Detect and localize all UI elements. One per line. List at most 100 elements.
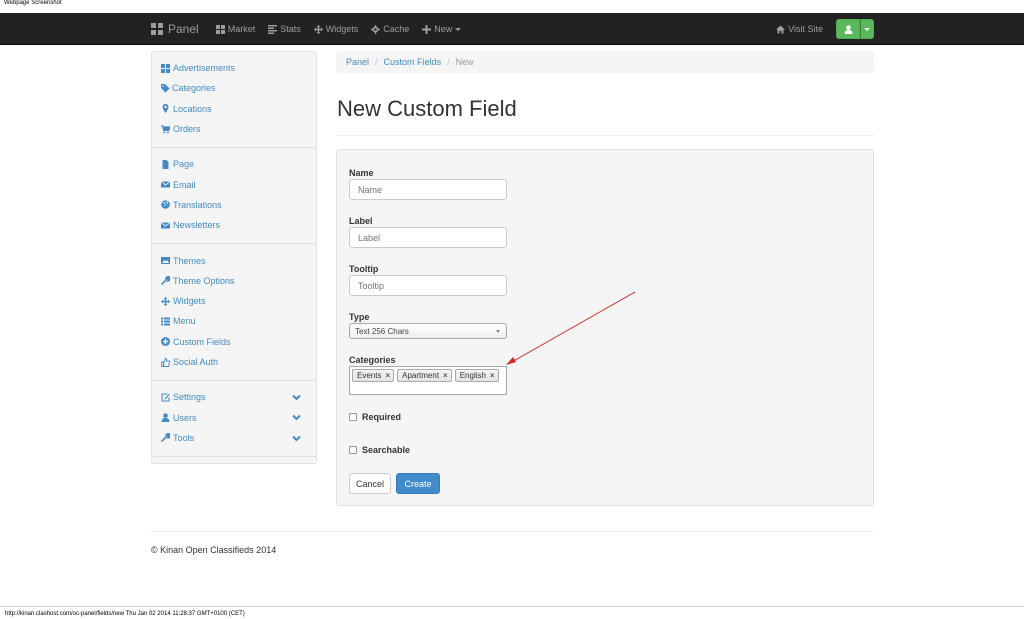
sidebar-item-page[interactable]: Page	[152, 154, 316, 174]
sidebar-item-advertisements[interactable]: Advertisements	[152, 58, 316, 78]
name-label: Name	[349, 168, 374, 178]
plus-icon	[422, 24, 432, 34]
sidebar-item-theme-options[interactable]: Theme Options	[152, 271, 316, 291]
remove-tag-icon[interactable]: ×	[385, 371, 390, 380]
sidebar-item-menu[interactable]: Menu	[152, 311, 316, 331]
sidebar-item-label: Custom Fields	[173, 336, 231, 347]
breadcrumb: Panel / Custom Fields / New	[336, 51, 874, 73]
sidebar-group-pages: Page Email Translations Newsletters	[152, 148, 316, 245]
sidebar-item-label: Categories	[172, 83, 216, 94]
sidebar-item-label: Themes	[173, 255, 206, 266]
label-label: Label	[349, 216, 373, 226]
sidebar-item-tools[interactable]: Tools	[152, 428, 316, 448]
sidebar-item-label: Social Auth	[173, 357, 219, 367]
nav-stats-label: Stats	[280, 24, 301, 34]
nav-widgets-label: Widgets	[325, 24, 359, 34]
sidebar-item-translations[interactable]: Translations	[152, 195, 316, 215]
searchable-checkbox[interactable]	[349, 446, 357, 454]
tags-icon	[161, 83, 171, 93]
sidebar-item-label: Widgets	[173, 296, 206, 307]
shopping-cart-icon	[161, 124, 170, 134]
category-tag-apartment: Apartment ×	[397, 369, 452, 382]
nav-new-dropdown[interactable]: New	[422, 24, 462, 34]
top-navbar: Panel Market Stats Widgets Cache New Vis…	[0, 13, 1024, 45]
nav-market-label: Market	[227, 24, 256, 34]
nav-market[interactable]: Market	[215, 24, 256, 34]
type-select[interactable]: Text 256 Chars	[349, 323, 507, 339]
breadcrumb-custom-fields[interactable]: Custom Fields	[384, 57, 442, 67]
name-input[interactable]	[349, 179, 507, 200]
nav-stats[interactable]: Stats	[268, 24, 301, 34]
sidebar-group-content: Advertisements Categories Locations Orde…	[152, 52, 316, 149]
align-left-icon	[268, 24, 278, 34]
cancel-button[interactable]: Cancel	[349, 473, 391, 494]
caret-down-icon	[455, 27, 462, 31]
thumbs-up-icon	[161, 357, 170, 367]
categories-multiselect[interactable]: Events × Apartment × English ×	[349, 366, 507, 395]
edit-icon	[161, 393, 170, 402]
page-title: New Custom Field	[337, 96, 517, 121]
brand-link[interactable]: Panel	[151, 22, 199, 36]
breadcrumb-active: New	[455, 57, 474, 67]
chevron-down-icon[interactable]	[292, 413, 301, 422]
brand-label: Panel	[168, 22, 199, 36]
remove-tag-icon[interactable]: ×	[490, 371, 495, 380]
sidebar-item-social-auth[interactable]: Social Auth	[152, 352, 316, 372]
envelope-icon	[161, 180, 170, 189]
sidebar-item-categories[interactable]: Categories	[152, 78, 316, 98]
home-icon	[776, 25, 786, 34]
user-menu-button[interactable]	[836, 19, 874, 39]
visit-site-link[interactable]: Visit Site	[776, 24, 823, 34]
tag-label: Apartment	[402, 371, 440, 380]
wrench-icon	[161, 276, 170, 286]
file-icon	[161, 159, 170, 169]
map-marker-icon	[161, 104, 170, 114]
sidebar-item-label: Tools	[173, 432, 195, 443]
globe-icon	[161, 200, 170, 210]
sidebar-item-widgets[interactable]: Widgets	[152, 291, 316, 311]
custom-field-form: Name Label Tooltip Type Text 256 Chars C…	[336, 149, 874, 506]
required-label: Required	[362, 412, 402, 422]
title-divider	[336, 135, 874, 136]
user-menu-toggle[interactable]	[860, 19, 874, 39]
type-label: Type	[349, 312, 370, 322]
sidebar-item-label: Locations	[173, 103, 212, 114]
create-button[interactable]: Create	[396, 473, 440, 494]
required-row: Required	[349, 412, 401, 422]
category-tag-events: Events ×	[352, 369, 395, 382]
nav-cache[interactable]: Cache	[371, 24, 409, 34]
sidebar-item-orders[interactable]: Orders	[152, 119, 316, 139]
chevron-down-icon[interactable]	[292, 434, 301, 443]
user-button-main[interactable]	[836, 19, 860, 39]
chevron-down-icon[interactable]	[292, 393, 301, 402]
caret-down-icon	[864, 27, 870, 31]
th-large-icon	[161, 63, 170, 73]
sidebar-item-label: Translations	[173, 199, 222, 210]
sidebar-item-newsletters[interactable]: Newsletters	[152, 215, 316, 235]
required-checkbox[interactable]	[349, 413, 357, 421]
sidebar-item-label: Menu	[173, 316, 196, 327]
nav-widgets[interactable]: Widgets	[313, 24, 359, 34]
sidebar-item-label: Advertisements	[173, 63, 236, 74]
sidebar-item-custom-fields[interactable]: Custom Fields	[152, 332, 316, 352]
wrench-icon	[161, 433, 170, 443]
caret-down-icon	[496, 330, 500, 333]
sidebar-item-settings[interactable]: Settings	[152, 387, 316, 407]
sidebar: Advertisements Categories Locations Orde…	[151, 51, 317, 464]
breadcrumb-panel[interactable]: Panel	[346, 57, 369, 67]
sidebar-group-appearance: Themes Theme Options Widgets Menu Custom…	[152, 244, 316, 382]
sidebar-item-label: Email	[173, 179, 196, 190]
sidebar-item-label: Newsletters	[173, 220, 221, 231]
breadcrumb-separator: /	[375, 57, 378, 67]
sidebar-item-themes[interactable]: Themes	[152, 250, 316, 270]
visit-site-label: Visit Site	[788, 24, 823, 34]
sidebar-item-locations[interactable]: Locations	[152, 99, 316, 119]
sidebar-item-users[interactable]: Users	[152, 407, 316, 427]
th-large-icon	[151, 23, 163, 35]
label-input[interactable]	[349, 227, 507, 248]
remove-tag-icon[interactable]: ×	[443, 371, 448, 380]
user-icon	[844, 24, 853, 34]
tooltip-input[interactable]	[349, 275, 507, 296]
sidebar-item-email[interactable]: Email	[152, 174, 316, 194]
type-select-value: Text 256 Chars	[355, 326, 409, 336]
